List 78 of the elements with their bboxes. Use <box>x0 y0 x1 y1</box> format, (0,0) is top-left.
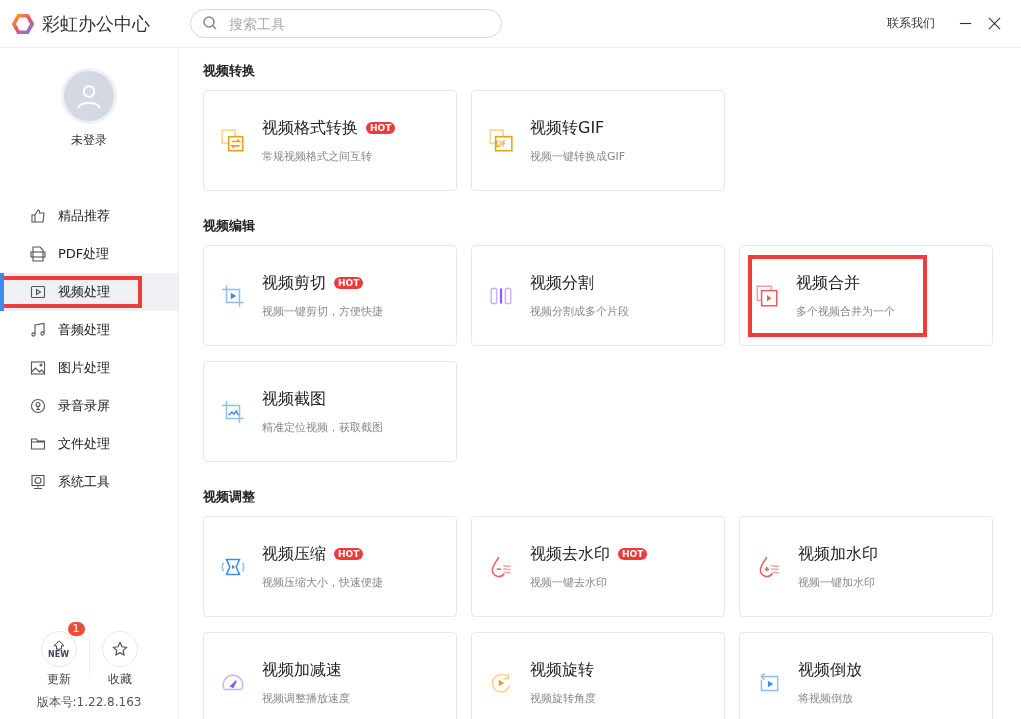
tool-description: 视频一键去水印 <box>530 574 608 590</box>
tool-name: 视频旋转 <box>530 659 594 681</box>
tool-description: 视频一键剪切，方便快捷 <box>262 303 383 319</box>
tool-name: 视频截图 <box>262 388 326 410</box>
tool-card[interactable]: 视频合并 多个视频合并为一个 <box>739 245 993 346</box>
crop-play-icon <box>220 282 246 309</box>
tool-card[interactable]: 视频加减速 视频调整播放速度 <box>203 632 457 719</box>
tool-description: 视频压缩大小，快速便捷 <box>262 574 383 590</box>
tool-name: 视频格式转换 <box>262 117 358 139</box>
stacked-video-icon <box>754 282 780 309</box>
tool-name: 视频加水印 <box>798 543 878 565</box>
hot-badge: HOT <box>334 548 364 560</box>
login-status: 未登录 <box>71 132 107 149</box>
tool-card[interactable]: 视频分割 视频分割成多个片段 <box>471 245 725 346</box>
rainbow-logo-icon <box>12 12 34 35</box>
music-note-icon <box>30 322 46 338</box>
tool-card[interactable]: 视频旋转 视频旋转角度 <box>471 632 725 719</box>
tool-description: 视频旋转角度 <box>530 690 596 706</box>
tool-card[interactable]: 视频压缩 HOT 视频压缩大小，快速便捷 <box>203 516 457 617</box>
close-icon[interactable] <box>988 17 1001 30</box>
sidebar-item[interactable]: PDF处理 <box>0 235 178 273</box>
tool-card[interactable]: 视频格式转换 HOT 常规视频格式之间互转 <box>203 90 457 191</box>
tool-name: 视频倒放 <box>798 659 862 681</box>
tool-card[interactable]: 视频剪切 HOT 视频一键剪切，方便快捷 <box>203 245 457 346</box>
tool-card[interactable]: 视频倒放 将视频倒放 <box>739 632 993 719</box>
favorite-label: 收藏 <box>107 671 132 688</box>
contact-us-link[interactable]: 联系我们 <box>887 15 935 32</box>
section-title: 视频编辑 <box>203 217 256 235</box>
tool-name: 视频转GIF <box>530 117 605 139</box>
monitor-icon <box>30 474 46 490</box>
update-label: 更新 <box>46 671 71 688</box>
hot-badge: HOT <box>618 548 648 560</box>
tool-description: 视频调整播放速度 <box>262 690 350 706</box>
folder-icon <box>30 436 46 452</box>
tool-card[interactable]: 视频去水印 HOT 视频一键去水印 <box>471 516 725 617</box>
section-title: 视频转换 <box>203 62 256 80</box>
app-title: 彩虹办公中心 <box>42 11 151 36</box>
tool-description: 多个视频合并为一个 <box>796 303 895 319</box>
sidebar-item[interactable]: 精品推荐 <box>0 197 178 235</box>
tool-name: 视频去水印 <box>530 543 610 565</box>
tool-description: 常规视频格式之间互转 <box>262 148 373 164</box>
crop-picture-icon <box>220 398 246 425</box>
tool-description: 视频分割成多个片段 <box>530 303 629 319</box>
tool-card[interactable]: 视频截图 精准定位视频，获取截图 <box>203 361 457 462</box>
search-icon <box>202 15 218 31</box>
tool-card[interactable]: 视频加水印 视频一键加水印 <box>739 516 993 617</box>
up-arrow-icon <box>51 639 66 650</box>
convert-file-icon <box>220 127 246 154</box>
tool-name: 视频合并 <box>796 272 860 294</box>
sidebar-item[interactable]: 视频处理 <box>0 273 178 311</box>
tool-description: 视频一键转换成GIF <box>530 148 626 164</box>
sidebar-item[interactable]: 文件处理 <box>0 425 178 463</box>
gif-file-icon <box>488 127 514 154</box>
sidebar-item[interactable]: 系统工具 <box>0 463 178 501</box>
hot-badge: HOT <box>366 122 396 134</box>
tool-description: 将视频倒放 <box>798 690 854 706</box>
hot-badge: HOT <box>334 277 364 289</box>
star-icon <box>111 641 128 657</box>
tool-name: 视频剪切 <box>262 272 326 294</box>
new-label: NEW <box>48 649 69 659</box>
tool-name: 视频加减速 <box>262 659 342 681</box>
tool-description: 视频一键加水印 <box>798 574 876 590</box>
selection-bar <box>0 273 4 311</box>
play-icon <box>30 284 46 300</box>
sidebar-item[interactable]: 图片处理 <box>0 349 178 387</box>
tool-name: 视频分割 <box>530 272 594 294</box>
tool-card[interactable]: 视频转GIF 视频一键转换成GIF <box>471 90 725 191</box>
search-field[interactable]: 搜索工具 <box>190 9 502 38</box>
notification-badge: 1 <box>67 622 85 636</box>
tool-description: 精准定位视频，获取截图 <box>262 419 383 435</box>
tool-name: 视频压缩 <box>262 543 326 565</box>
section-title: 视频调整 <box>203 488 256 506</box>
thumbs-up-icon <box>30 208 46 224</box>
sidebar-item[interactable]: 录音录屏 <box>0 387 178 425</box>
version-number: 版本号:1.22.8.163 <box>36 694 142 711</box>
picture-icon <box>30 360 46 376</box>
sidebar-item[interactable]: 音频处理 <box>0 311 178 349</box>
microphone-icon <box>30 398 46 414</box>
